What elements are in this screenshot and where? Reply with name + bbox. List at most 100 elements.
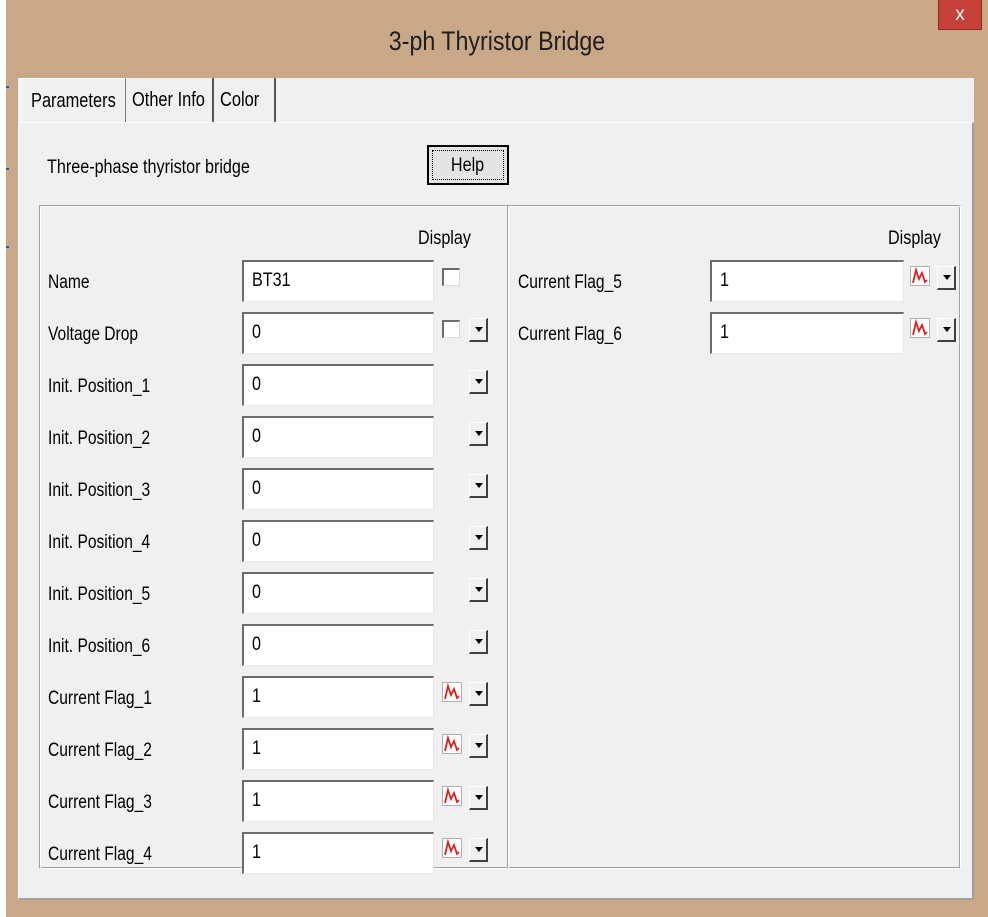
parameter-row: Voltage Drop 0 [40,312,508,354]
parameter-row: Name BT31 [40,260,508,302]
parameter-label: Current Flag_2 [48,740,152,761]
parameter-label: Init. Position_2 [48,428,151,449]
parameter-label: Voltage Drop [48,324,139,345]
edge-mark [6,168,9,170]
tab-other-info[interactable]: Other Info [128,78,214,122]
parameter-value-input[interactable]: 1 [242,832,434,874]
chevron-down-icon[interactable] [937,318,956,342]
waveform-icon[interactable] [442,734,462,754]
chevron-down-icon[interactable] [469,422,488,446]
parameter-label: Init. Position_1 [48,376,151,397]
parameter-label: Name [48,272,90,293]
tab-color[interactable]: Color [216,78,276,122]
parameter-row: Current Flag_3 1 [40,780,508,822]
waveform-icon[interactable] [910,266,930,286]
parameter-value: 0 [252,426,261,447]
parameter-value: 1 [720,270,729,291]
parameter-value-input[interactable]: 0 [242,520,434,562]
parameter-value: 1 [720,322,729,343]
parameter-value-input[interactable]: 0 [242,364,434,406]
parameter-value-input[interactable]: 1 [242,728,434,770]
display-checkbox[interactable] [442,320,460,338]
chevron-down-icon[interactable] [937,266,956,290]
parameter-value: 0 [252,634,261,655]
tab-label: Color [220,89,260,111]
parameter-row: Init. Position_3 0 [40,468,508,510]
parameter-value-input[interactable]: 1 [710,312,904,354]
parameter-value: 0 [252,530,261,551]
dialog-window: 3-ph Thyristor Bridge x Parameters Other… [6,0,988,917]
display-column-header: Display [888,228,941,249]
edge-mark [6,86,9,88]
parameter-value-input[interactable]: BT31 [242,260,434,302]
parameter-row: Current Flag_2 1 [40,728,508,770]
tab-parameters[interactable]: Parameters [20,78,126,122]
close-icon: x [955,4,965,25]
parameter-label: Init. Position_3 [48,480,151,501]
right-parameter-group: Display Current Flag_5 1 Current Flag_6 1 [507,205,961,869]
window-title: 3-ph Thyristor Bridge [388,26,606,56]
chevron-down-icon[interactable] [469,578,488,602]
parameter-value: 0 [252,582,261,603]
parameter-row: Init. Position_2 0 [40,416,508,458]
parameter-label: Current Flag_3 [48,792,152,813]
parameter-label: Current Flag_4 [48,844,152,865]
parameter-value-input[interactable]: 1 [242,780,434,822]
parameter-value: BT31 [252,270,291,291]
parameter-row: Current Flag_1 1 [40,676,508,718]
parameter-label: Current Flag_1 [48,688,152,709]
tab-label: Parameters [31,90,116,112]
element-description: Three-phase thyristor bridge [47,157,250,178]
parameter-row: Init. Position_6 0 [40,624,508,666]
chevron-down-icon[interactable] [469,318,488,342]
parameter-label: Current Flag_5 [518,272,622,293]
chevron-down-icon[interactable] [469,474,488,498]
chevron-down-icon[interactable] [469,630,488,654]
parameter-value-input[interactable]: 1 [710,260,904,302]
chevron-down-icon[interactable] [469,682,488,706]
help-button[interactable]: Help [427,145,509,185]
tab-label: Other Info [132,89,205,111]
edge-mark [6,246,9,248]
parameter-label: Current Flag_6 [518,324,622,345]
parameter-value: 1 [252,842,261,863]
parameter-row: Init. Position_4 0 [40,520,508,562]
parameter-value-input[interactable]: 1 [242,676,434,718]
parameters-page: Three-phase thyristor bridge Help Displa… [18,122,974,900]
chevron-down-icon[interactable] [469,526,488,550]
parameter-value: 0 [252,322,261,343]
parameter-row: Init. Position_1 0 [40,364,508,406]
close-button[interactable]: x [938,0,982,30]
parameter-row: Current Flag_4 1 [40,832,508,874]
display-checkbox[interactable] [442,268,460,286]
chevron-down-icon[interactable] [469,734,488,758]
chevron-down-icon[interactable] [469,370,488,394]
parameter-label: Init. Position_4 [48,532,151,553]
parameter-label: Init. Position_6 [48,636,151,657]
waveform-icon[interactable] [910,318,930,338]
parameter-value: 0 [252,374,261,395]
parameter-row: Current Flag_5 1 [508,260,960,302]
left-parameter-group: Display Name BT31 Voltage Drop 0 Init. Posit… [39,205,509,874]
waveform-icon[interactable] [442,682,462,702]
parameter-value: 1 [252,790,261,811]
title-bar[interactable]: 3-ph Thyristor Bridge x [6,0,988,82]
parameter-value: 1 [252,738,261,759]
parameter-value: 1 [252,686,261,707]
tab-strip: Parameters Other Info Color [18,78,974,122]
parameter-value-input[interactable]: 0 [242,624,434,666]
parameter-value-input[interactable]: 0 [242,468,434,510]
parameter-value-input[interactable]: 0 [242,416,434,458]
parameter-row: Init. Position_5 0 [40,572,508,614]
parameter-row: Current Flag_6 1 [508,312,960,354]
chevron-down-icon[interactable] [469,786,488,810]
parameter-value-input[interactable]: 0 [242,312,434,354]
help-button-label: Help [451,155,485,176]
display-column-header: Display [418,228,471,249]
waveform-icon[interactable] [442,838,462,858]
chevron-down-icon[interactable] [469,838,488,862]
parameter-value: 0 [252,478,261,499]
parameter-value-input[interactable]: 0 [242,572,434,614]
parameter-label: Init. Position_5 [48,584,151,605]
waveform-icon[interactable] [442,786,462,806]
